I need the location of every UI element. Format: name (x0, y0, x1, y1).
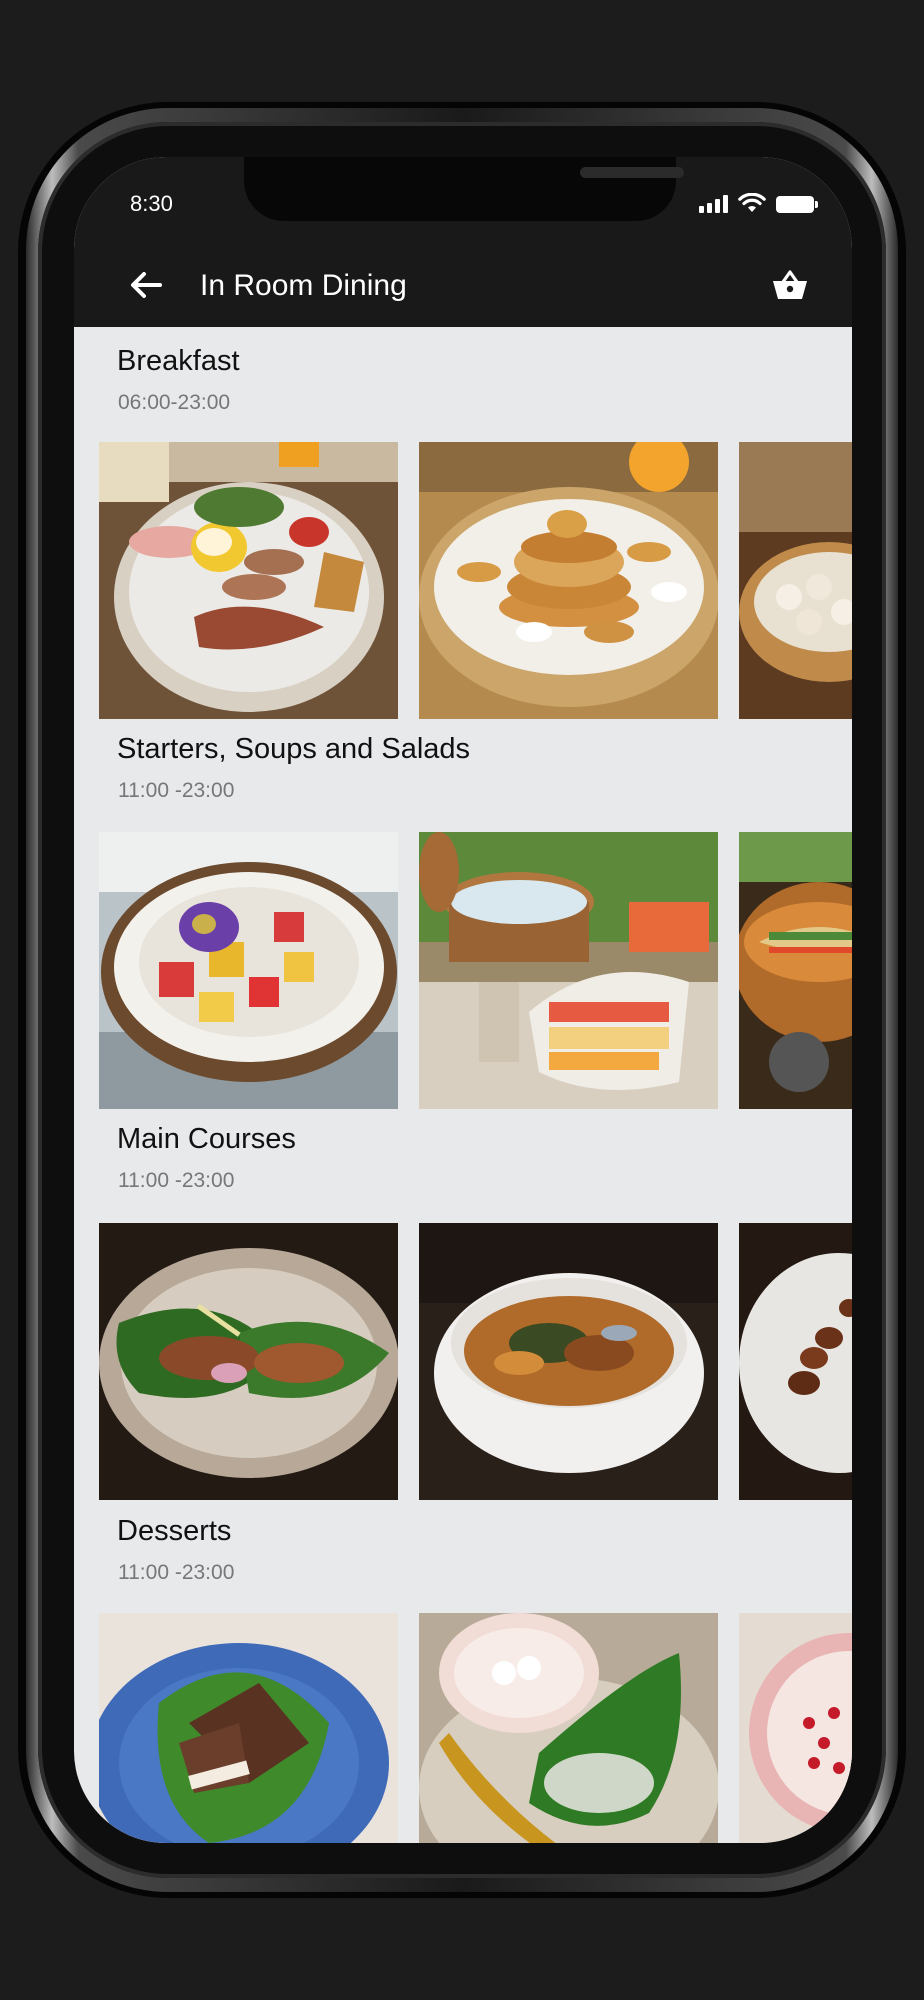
noodle-soup-pot-photo (739, 832, 852, 1109)
image-carousel[interactable] (99, 1223, 852, 1500)
category-image-card[interactable] (739, 1223, 852, 1500)
coconut-cream-dessert-photo (419, 1613, 718, 1843)
status-time: 8:30 (130, 191, 173, 216)
back-button[interactable] (126, 265, 166, 305)
category-image-card[interactable] (99, 442, 398, 719)
signal-icon (699, 195, 728, 213)
coconut-fruit-salad-photo (99, 832, 398, 1109)
section-hours: 11:00 -23:00 (118, 1561, 235, 1584)
pomegranate-dessert-photo (739, 1613, 852, 1843)
category-image-card[interactable] (419, 442, 718, 719)
section-hours: 11:00 -23:00 (118, 779, 235, 802)
category-image-card[interactable] (739, 442, 852, 719)
betel-leaf-wrap-photo (99, 1223, 398, 1500)
cart-button[interactable] (768, 263, 812, 307)
section-title[interactable]: Desserts (117, 1515, 231, 1548)
curry-bowl-photo (419, 1223, 718, 1500)
image-carousel[interactable] (99, 1613, 852, 1843)
section-hours: 11:00 -23:00 (118, 1169, 235, 1192)
status-icons (699, 193, 818, 213)
app-header: 8:30 In Room Dining (74, 157, 852, 327)
section-title[interactable]: Breakfast (117, 345, 240, 378)
sticky-rice-dessert-photo (99, 1613, 398, 1843)
fruit-buffet-photo (419, 832, 718, 1109)
section-title[interactable]: Main Courses (117, 1123, 296, 1156)
image-carousel[interactable] (99, 832, 852, 1109)
category-image-card[interactable] (739, 1613, 852, 1843)
section-title[interactable]: Starters, Soups and Salads (117, 733, 470, 766)
stage: 8:30 In Room Dining Breakfast 06:00-23:0… (0, 0, 924, 2000)
battery-icon (776, 196, 818, 213)
category-image-card[interactable] (99, 1223, 398, 1500)
speaker-grille (580, 167, 684, 178)
category-image-card[interactable] (419, 1223, 718, 1500)
pancake-stack-photo (419, 442, 718, 719)
arrow-left-icon (131, 272, 162, 298)
wifi-icon (738, 193, 766, 212)
category-image-card[interactable] (739, 832, 852, 1109)
dim-sum-steamer-photo (739, 442, 852, 719)
page-title: In Room Dining (200, 269, 407, 302)
section-hours: 06:00-23:00 (118, 391, 231, 414)
notch (244, 157, 684, 221)
category-image-card[interactable] (419, 1613, 718, 1843)
grilled-skewers-photo (739, 1223, 852, 1500)
category-image-card[interactable] (99, 832, 398, 1109)
basket-icon (773, 270, 807, 299)
category-image-card[interactable] (99, 1613, 398, 1843)
phone-screen: 8:30 In Room Dining Breakfast 06:00-23:0… (74, 157, 852, 1843)
category-image-card[interactable] (419, 832, 718, 1109)
image-carousel[interactable] (99, 442, 852, 719)
full-english-breakfast-photo (99, 442, 398, 719)
